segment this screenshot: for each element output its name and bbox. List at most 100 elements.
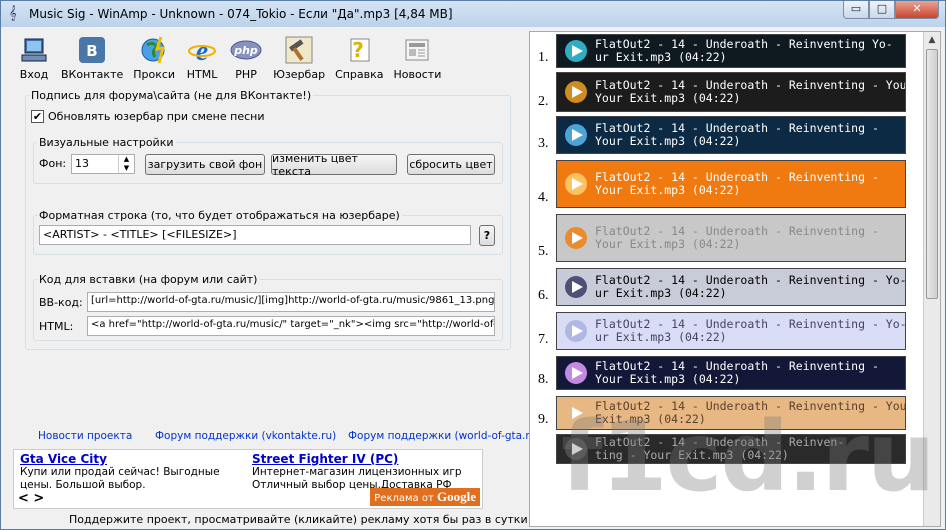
play-icon [563, 274, 589, 300]
userbar-banner[interactable]: FlatOut2 - 14 - Underoath - Reinventing … [556, 72, 906, 112]
toolbar-proxy-button[interactable]: Прокси [133, 33, 175, 83]
bg-label: Фон: [39, 157, 67, 170]
userbar-banner[interactable]: FlatOut2 - 14 - Underoath - Reinventing … [556, 268, 906, 306]
visual-settings-label: Визуальные настройки [37, 136, 176, 149]
ad-title[interactable]: Gta Vice City [20, 452, 250, 466]
format-string-input[interactable]: <ARTIST> - <TITLE> [<FILESIZE>] [39, 225, 471, 245]
change-text-color-button[interactable]: изменить цвет текста [271, 152, 397, 178]
bg-spinner-arrows[interactable]: ▲ ▼ [118, 155, 134, 173]
minimize-button[interactable]: ▭ [843, 1, 869, 19]
ad-text: Купи или продай сейчас! Выгодные цены. Б… [20, 466, 220, 491]
banner-line: Your Exit.mp3 (04:22) [595, 91, 741, 105]
play-icon [563, 122, 589, 148]
format-help-button[interactable]: ? [479, 225, 495, 246]
watermark: f1cd.ru [561, 401, 935, 513]
forum-site-link[interactable]: Форум поддержки (world-of-gta.ru) [348, 430, 540, 442]
toolbar-news-button[interactable]: Новости [393, 33, 442, 83]
title-bar: 𝄞 Music Sig - WinAmp - Unknown - 074_Tok… [1, 1, 945, 27]
banner-text: FlatOut2 - 14 - Underoath - Reinventing … [595, 318, 905, 344]
app-window: 𝄞 Music Sig - WinAmp - Unknown - 074_Tok… [0, 0, 946, 530]
maximize-button[interactable]: □ [869, 1, 895, 19]
banner-line: ur Exit.mp3 (04:22) [595, 50, 727, 64]
banner-line: Your Exit.mp3 (04:22) [595, 183, 741, 197]
play-icon [563, 79, 589, 105]
play-icon [563, 318, 589, 344]
window-title: Music Sig - WinAmp - Unknown - 074_Tokio… [29, 7, 453, 21]
toolbar-userbar-button[interactable]: Юзербар [273, 33, 325, 83]
html-code-label: HTML: [39, 320, 74, 333]
banner-text: FlatOut2 - 14 - Underoath - Reinventing … [595, 79, 905, 105]
userbar-banner[interactable]: FlatOut2 - 14 - Underoath - Reinventing … [556, 312, 906, 350]
banner-line: Your Exit.mp3 (04:22) [595, 134, 741, 148]
tools-icon [282, 33, 316, 67]
banner-number: 5. [538, 244, 549, 259]
scroll-up-icon[interactable]: ▲ [924, 32, 940, 49]
globe-icon [137, 33, 171, 67]
banner-number: 2. [538, 94, 549, 109]
banner-text: FlatOut2 - 14 - Underoath - Reinventing … [595, 122, 905, 148]
userbar-banner[interactable]: FlatOut2 - 14 - Underoath - Reinventing … [556, 356, 906, 390]
project-news-link[interactable]: Новости проекта [38, 430, 132, 442]
close-button[interactable]: ✕ [895, 1, 939, 19]
play-icon [563, 225, 589, 251]
svg-text:B: B [86, 42, 97, 60]
toolbar-vk-button[interactable]: B ВКонтакте [61, 33, 123, 83]
ad-title[interactable]: Street Fighter IV (PC) [252, 452, 482, 466]
signature-group-label: Подпись для форума\сайта (не для ВКонтак… [29, 89, 314, 102]
svg-text:e: e [196, 36, 208, 65]
play-icon [563, 38, 589, 64]
banner-text: FlatOut2 - 14 - Underoath - Reinventing … [595, 274, 905, 300]
vk-icon: B [75, 33, 109, 67]
php-icon: php [229, 33, 263, 67]
toolbar-login-button[interactable]: Вход [17, 33, 51, 83]
format-group-label: Форматная строка (то, что будет отобража… [37, 209, 402, 222]
html-code-input[interactable]: <a href="http://world-of-gta.ru/music/" … [87, 316, 495, 336]
ad-item[interactable]: Gta Vice City Купи или продай сейчас! Вы… [20, 452, 250, 492]
userbar-banner[interactable]: FlatOut2 - 14 - Underoath - Reinventing … [556, 116, 906, 154]
footer-text: Поддержите проект, просматривайте (клика… [69, 513, 528, 526]
bb-code-label: BB-код: [39, 296, 83, 309]
banner-number: 7. [538, 332, 549, 347]
reset-color-button[interactable]: сбросить цвет [407, 154, 495, 175]
ie-icon: e [185, 33, 219, 67]
banner-line: ur Exit.mp3 (04:22) [595, 330, 727, 344]
userbar-banner[interactable]: FlatOut2 - 14 - Underoath - Reinventing … [556, 160, 906, 208]
checkbox-box[interactable]: ✔ [31, 110, 44, 123]
ad-item[interactable]: Street Fighter IV (PC) Интернет-магазин … [252, 452, 482, 492]
svg-text:php: php [233, 44, 258, 57]
help-icon: ? [342, 33, 376, 67]
toolbar-php-button[interactable]: php PHP [229, 33, 263, 83]
banner-line: ur Exit.mp3 (04:22) [595, 286, 727, 300]
userbar-banner[interactable]: FlatOut2 - 14 - Underoath - Reinventing … [556, 214, 906, 262]
toolbar-help-button[interactable]: ? Справка [335, 33, 383, 83]
toolbar-label: Юзербар [273, 68, 326, 81]
banner-number: 6. [538, 288, 549, 303]
load-bg-button[interactable]: загрузить свой фон [145, 154, 265, 175]
toolbar-label: PHP [235, 68, 257, 81]
banner-text: FlatOut2 - 14 - Underoath - Reinventing … [595, 225, 905, 251]
play-icon [563, 171, 589, 197]
toolbar-html-button[interactable]: e HTML [185, 33, 219, 83]
update-checkbox[interactable]: ✔ Обновлять юзербар при смене песни [31, 110, 264, 123]
play-icon [563, 360, 589, 386]
code-group-label: Код для вставки (на форум или сайт) [37, 273, 260, 286]
ad-nav-arrows[interactable]: < > [18, 491, 44, 506]
toolbar: Вход B ВКонтакте Прокси e HTML php PHP Ю… [17, 33, 451, 83]
svg-text:?: ? [352, 38, 364, 62]
news-icon [400, 33, 434, 67]
toolbar-label: Вход [19, 68, 49, 81]
toolbar-label: Новости [393, 68, 442, 81]
scroll-thumb[interactable] [926, 49, 938, 299]
bb-code-input[interactable]: [url=http://world-of-gta.ru/music/][img]… [87, 292, 495, 312]
banner-line: Your Exit.mp3 (04:22) [595, 237, 741, 251]
banner-line: Your Exit.mp3 (04:22) [595, 372, 741, 386]
ad-google-logo[interactable]: Реклама от Google [370, 488, 480, 506]
toolbar-label: ВКонтакте [61, 68, 124, 81]
forum-vk-link[interactable]: Форум поддержки (vkontakte.ru) [155, 430, 336, 442]
banner-text: FlatOut2 - 14 - Underoath - Reinventing … [595, 38, 905, 64]
ad-block: Gta Vice City Купи или продай сейчас! Вы… [13, 449, 483, 509]
userbar-banner[interactable]: FlatOut2 - 14 - Underoath - Reinventing … [556, 34, 906, 68]
banner-number: 8. [538, 372, 549, 387]
ad-logo-prefix: Реклама от [374, 493, 434, 504]
toolbar-label: Прокси [133, 68, 176, 81]
